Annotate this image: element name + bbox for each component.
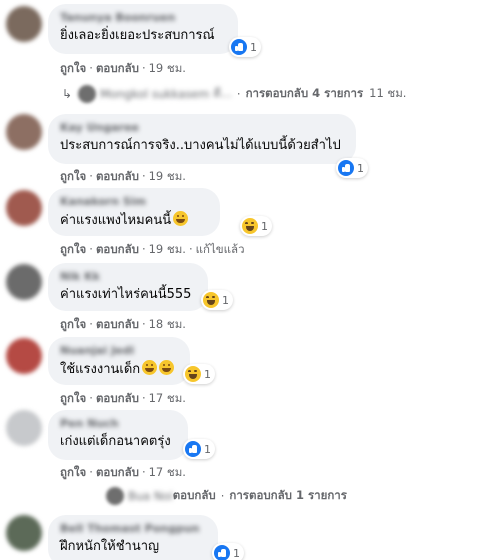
- comment-time[interactable]: 19 ชม.: [149, 61, 186, 75]
- edited-label[interactable]: แก้ไขแล้ว: [196, 242, 245, 256]
- grinning-emoji-icon: [159, 360, 175, 375]
- avatar[interactable]: [6, 338, 42, 374]
- reaction-summary[interactable]: 1: [229, 37, 261, 57]
- comment-bubble: Pen Nuch เก่งแต่เด็กอนาคตรุ่ง: [48, 410, 188, 460]
- avatar[interactable]: [6, 114, 42, 150]
- reply-link[interactable]: ตอบกลับ: [96, 391, 139, 405]
- comment-author[interactable]: Tanunya Boonruen: [60, 11, 226, 24]
- comment-actions: ถูกใจ · ตอบกลับ · 19 ชม.: [60, 61, 186, 75]
- comment-author[interactable]: Kay Ungaree: [60, 121, 344, 134]
- comment-author[interactable]: Kanakorn Sim: [60, 195, 208, 208]
- comment-author[interactable]: Bell Thomast Pongpun: [60, 522, 206, 535]
- comment-actions: ถูกใจ · ตอบกลับ · 19 ชม. · แก้ไขแล้ว: [60, 242, 245, 256]
- like-icon: [231, 39, 247, 55]
- avatar[interactable]: [6, 190, 42, 226]
- comment-text: ยิ่งเลอะยิ่งเยอะประสบการณ์: [60, 28, 215, 43]
- reaction-summary[interactable]: 1: [336, 158, 368, 178]
- reaction-count: 1: [204, 367, 211, 381]
- comment-actions: ถูกใจ · ตอบกลับ · 17 ชม.: [60, 465, 186, 479]
- reply-arrow-icon: ↳: [62, 87, 73, 101]
- comment-text: ประสบการณ์การจริง..บางคนไม่ได้แบบนี้ด้วย…: [60, 138, 341, 153]
- comment-bubble: Kay Ungaree ประสบการณ์การจริง..บางคนไม่ไ…: [48, 114, 356, 164]
- like-link[interactable]: ถูกใจ: [60, 242, 86, 256]
- reply-link[interactable]: ตอบกลับ: [96, 242, 139, 256]
- avatar[interactable]: [6, 6, 42, 42]
- reply-count-label[interactable]: การตอบกลับ 1 รายการ: [229, 487, 347, 505]
- reaction-summary[interactable]: 1: [183, 364, 215, 384]
- comment-time[interactable]: 19 ชม.: [149, 242, 186, 256]
- reply-link[interactable]: ตอบกลับ: [96, 317, 139, 331]
- comment-time[interactable]: 17 ชม.: [149, 391, 186, 405]
- reaction-summary[interactable]: 1: [183, 439, 215, 459]
- reaction-count: 1: [222, 293, 229, 307]
- comment-time[interactable]: 19 ชม.: [149, 169, 186, 183]
- comment-bubble: Bell Thomast Pongpun ฝึกหนักให้ชำนาญ: [48, 515, 218, 560]
- reaction-count: 1: [261, 219, 268, 233]
- comment-author[interactable]: Nuanjai Jedi: [60, 344, 178, 357]
- like-link[interactable]: ถูกใจ: [60, 465, 86, 479]
- like-icon: [214, 545, 230, 560]
- comment-actions: ถูกใจ · ตอบกลับ · 19 ชม.: [60, 169, 186, 183]
- like-icon: [185, 441, 201, 457]
- comment-actions: ถูกใจ · ตอบกลับ · 18 ชม.: [60, 317, 186, 331]
- reply-link[interactable]: ตอบกลับ: [96, 465, 139, 479]
- haha-reaction-icon: [242, 218, 258, 234]
- reply-time: 11 ชม.: [369, 86, 407, 100]
- reply-avatar: [78, 85, 97, 103]
- reply-avatar: [106, 487, 124, 505]
- reaction-count: 1: [357, 161, 364, 175]
- like-icon: [338, 160, 354, 176]
- comment-text: ค่าแรงเท่าไหร่คนนี้555: [60, 287, 192, 302]
- comment-bubble: Nuanjai Jedi ใช้แรงงานเด็ก: [48, 337, 190, 385]
- reply-prefix-label[interactable]: ตอบกลับ: [173, 487, 216, 505]
- reaction-summary[interactable]: 1: [201, 290, 233, 310]
- comment-actions: ถูกใจ · ตอบกลับ · 17 ชม.: [60, 391, 186, 405]
- avatar[interactable]: [6, 515, 42, 551]
- reply-link[interactable]: ตอบกลับ: [96, 61, 139, 75]
- comment-author[interactable]: Pen Nuch: [60, 417, 176, 430]
- view-replies[interactable]: Bua Noi ตอบกลับ · การตอบกลับ 1 รายการ: [106, 487, 347, 505]
- reaction-summary[interactable]: 1: [212, 543, 244, 560]
- comment-author[interactable]: Nik Kk: [60, 270, 196, 283]
- view-replies[interactable]: ↳ Mongkol sukkasem ดี... · การตอบกลับ 4 …: [62, 85, 406, 103]
- comment-bubble: Kanakorn Sim ค่าแรงแพงไหมคนนี้: [48, 188, 220, 236]
- comment-text: ฝึกหนักให้ชำนาญ: [60, 539, 160, 554]
- like-link[interactable]: ถูกใจ: [60, 317, 86, 331]
- haha-reaction-icon: [185, 366, 201, 382]
- laughing-emoji-icon: [173, 211, 189, 226]
- avatar[interactable]: [6, 410, 42, 446]
- reaction-summary[interactable]: 1: [240, 216, 272, 236]
- reply-preview-author: Mongkol sukkasem: [100, 87, 210, 101]
- comment-text: เก่งแต่เด็กอนาคตรุ่ง: [60, 434, 171, 449]
- haha-reaction-icon: [203, 292, 219, 308]
- comment-text: ค่าแรงแพงไหมคนนี้: [60, 211, 208, 230]
- reply-preview-author: Bua Noi: [128, 489, 173, 503]
- comment-bubble: Nik Kk ค่าแรงเท่าไหร่คนนี้555: [48, 263, 208, 311]
- comment-text: ใช้แรงงานเด็ก: [60, 360, 178, 379]
- reaction-count: 1: [233, 546, 240, 560]
- comment-bubble: Tanunya Boonruen ยิ่งเลอะยิ่งเยอะประสบกา…: [48, 4, 238, 54]
- reply-count-label[interactable]: การตอบกลับ 4 รายการ: [246, 85, 364, 103]
- comment-time[interactable]: 18 ชม.: [149, 317, 186, 331]
- like-link[interactable]: ถูกใจ: [60, 61, 86, 75]
- like-link[interactable]: ถูกใจ: [60, 391, 86, 405]
- avatar[interactable]: [6, 264, 42, 300]
- grinning-emoji-icon: [142, 360, 158, 375]
- reply-link[interactable]: ตอบกลับ: [96, 169, 139, 183]
- reaction-count: 1: [250, 40, 257, 54]
- comment-time[interactable]: 17 ชม.: [149, 465, 186, 479]
- reply-preview-text: ดี...: [213, 86, 232, 100]
- like-link[interactable]: ถูกใจ: [60, 169, 86, 183]
- reaction-count: 1: [204, 442, 211, 456]
